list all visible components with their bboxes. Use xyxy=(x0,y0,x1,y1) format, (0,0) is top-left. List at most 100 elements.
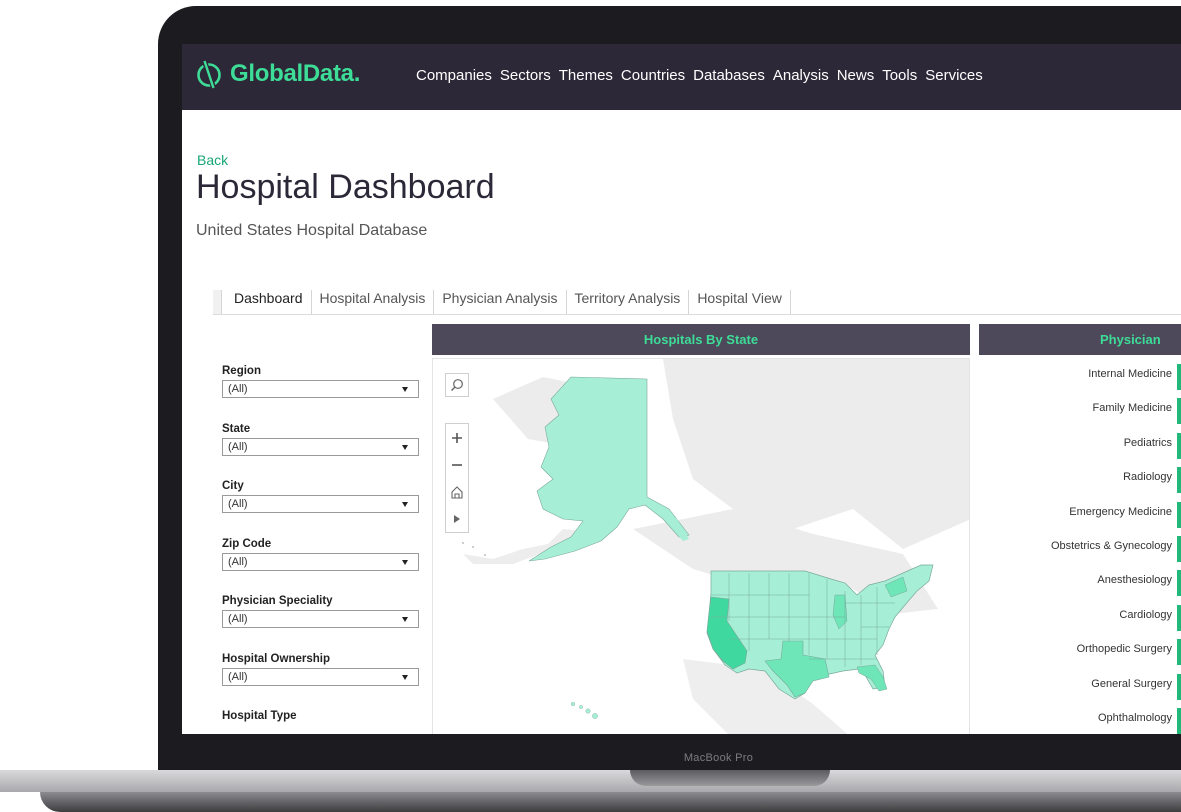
laptop-base xyxy=(0,770,1181,812)
page-title: Hospital Dashboard xyxy=(196,168,495,206)
tabs-lead xyxy=(213,290,222,314)
nav-item[interactable]: News xyxy=(837,67,875,84)
physician-header: Physician xyxy=(979,324,1181,355)
nav-item[interactable]: Themes xyxy=(559,67,613,84)
physician-header-title: Physician xyxy=(1100,332,1161,347)
filter-label: City xyxy=(222,480,244,492)
filter-label: Zip Code xyxy=(222,537,272,550)
specialty-label: Ophthalmology xyxy=(1098,711,1172,724)
physician-specialty-list: Internal Medicine Family Medicine Pediatri… xyxy=(979,362,1181,734)
specialty-row[interactable]: Internal Medicine xyxy=(979,362,1181,396)
brand-name: GlobalData. xyxy=(230,60,361,87)
specialty-row[interactable]: Orthopedic Surgery xyxy=(979,637,1181,671)
specialty-label: Obstetrics & Gynecology xyxy=(1050,539,1172,552)
filter-label: Hospital Type xyxy=(222,710,297,722)
specialty-label: Cardiology xyxy=(1119,608,1172,621)
filter-value: (All) xyxy=(228,613,248,625)
specialty-bar xyxy=(1177,673,1181,700)
globaldata-logo-icon xyxy=(197,59,221,90)
home-button[interactable] xyxy=(446,478,468,505)
filter-hospital-ownership: Hospital Ownership (All) xyxy=(222,650,422,708)
filter-city: City (All) xyxy=(222,477,422,535)
specialty-row[interactable]: Emergency Medicine xyxy=(979,500,1181,534)
laptop-notch xyxy=(630,770,830,786)
filter-dropdown[interactable]: (All) xyxy=(222,552,419,571)
filter-state: State (All) xyxy=(222,420,422,478)
specialty-label: Anesthesiology xyxy=(1097,574,1172,587)
filter-dropdown[interactable]: (All) xyxy=(222,495,419,513)
specialty-bar xyxy=(1177,501,1181,528)
specialty-row[interactable]: Cardiology xyxy=(979,603,1181,637)
back-link[interactable]: Back xyxy=(197,152,228,168)
filter-dropdown[interactable]: (All) xyxy=(222,667,419,686)
specialty-label: Pediatrics xyxy=(1123,436,1172,449)
device-label: MacBook Pro xyxy=(683,752,754,764)
specialty-bar xyxy=(1177,604,1181,631)
zoom-in-button[interactable] xyxy=(446,424,468,451)
brand-logo[interactable]: GlobalData. xyxy=(196,58,360,90)
specialty-label: Radiology xyxy=(1123,471,1172,484)
specialty-row[interactable]: Family Medicine xyxy=(979,396,1181,430)
specialty-bar xyxy=(1177,364,1181,390)
nav-item[interactable]: Services xyxy=(925,67,983,84)
specialty-row[interactable]: Obstetrics & Gynecology xyxy=(979,534,1181,568)
specialty-row[interactable]: Pediatrics xyxy=(979,431,1181,465)
filter-value: (All) xyxy=(228,440,248,453)
specialty-bar xyxy=(1177,535,1181,562)
tab-dashboard[interactable]: Dashboard xyxy=(222,290,312,314)
filter-value: (All) xyxy=(228,670,248,683)
filter-label: State xyxy=(222,422,251,435)
specialty-bar xyxy=(1177,467,1181,494)
specialty-label: Orthopedic Surgery xyxy=(1076,643,1172,656)
tab-hospital-view[interactable]: Hospital View xyxy=(689,290,791,314)
screen: GlobalData. Companies Sectors Themes Countr… xyxy=(182,44,1181,734)
specialty-bar xyxy=(1177,432,1181,459)
filter-region: Region (All) xyxy=(222,362,422,420)
nav-item[interactable]: Analysis xyxy=(773,67,829,84)
filter-zip-code: Zip Code (All) xyxy=(222,535,422,593)
filter-label: Physician Speciality xyxy=(222,595,333,607)
specialty-bar xyxy=(1177,398,1181,425)
specialty-label: Emergency Medicine xyxy=(1069,505,1172,518)
chevron-down-icon xyxy=(402,674,408,680)
map-header: Hospitals By State xyxy=(432,324,970,355)
nav-item[interactable]: Countries xyxy=(621,67,685,84)
nav-item[interactable]: Databases xyxy=(693,67,765,84)
chevron-down-icon xyxy=(402,559,408,565)
tab-physician-analysis[interactable]: Physician Analysis xyxy=(434,290,567,314)
search-icon xyxy=(451,379,463,391)
filter-panel: Region (All) State (All) City (All) Zip Code (A… xyxy=(222,362,422,734)
hospitals-map[interactable] xyxy=(432,358,970,734)
nav-item[interactable]: Tools xyxy=(882,67,917,84)
dashboard-tabs: Dashboard Hospital Analysis Physician Anal… xyxy=(213,290,1181,315)
filter-dropdown[interactable]: (All) xyxy=(222,610,419,628)
specialty-row[interactable]: Ophthalmology xyxy=(979,706,1181,734)
chevron-down-icon xyxy=(402,444,408,450)
top-navigation: GlobalData. Companies Sectors Themes Countr… xyxy=(182,44,1181,110)
tab-territory-analysis[interactable]: Territory Analysis xyxy=(567,290,690,314)
specialty-row[interactable]: General Surgery xyxy=(979,672,1181,706)
page-subtitle: United States Hospital Database xyxy=(196,222,428,239)
play-button[interactable] xyxy=(446,505,468,532)
specialty-row[interactable]: Radiology xyxy=(979,465,1181,499)
map-zoom-controls xyxy=(445,423,469,533)
filter-value: (All) xyxy=(228,383,248,395)
map-search-tool[interactable] xyxy=(445,373,469,397)
specialty-label: Internal Medicine xyxy=(1088,368,1172,380)
specialty-label: General Surgery xyxy=(1091,677,1172,690)
zoom-out-button[interactable] xyxy=(446,451,468,478)
nav-item[interactable]: Companies xyxy=(416,67,492,84)
specialty-bar xyxy=(1177,707,1181,734)
filter-dropdown[interactable]: (All) xyxy=(222,380,419,398)
chevron-down-icon xyxy=(402,617,408,622)
specialty-bar xyxy=(1177,639,1181,666)
zoom-in-icon xyxy=(452,432,462,443)
tab-hospital-analysis[interactable]: Hospital Analysis xyxy=(312,290,435,314)
nav-item[interactable]: Sectors xyxy=(500,67,551,84)
filter-value: (All) xyxy=(228,555,248,568)
map-canvas xyxy=(462,359,969,734)
home-icon xyxy=(451,485,463,499)
specialty-row[interactable]: Anesthesiology xyxy=(979,568,1181,602)
specialty-bar xyxy=(1177,570,1181,597)
filter-dropdown[interactable]: (All) xyxy=(222,437,419,456)
